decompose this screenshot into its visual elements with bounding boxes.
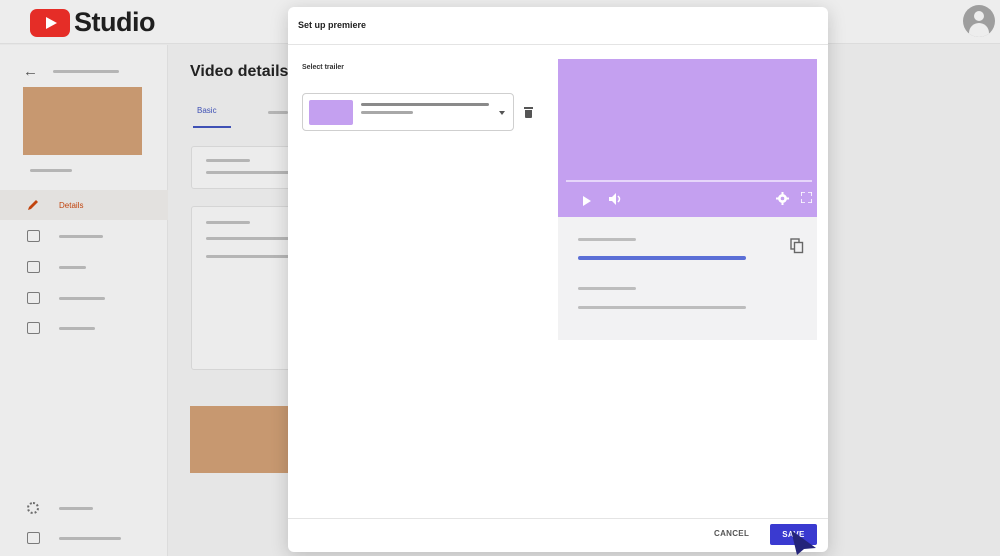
app-name: Studio [74,7,155,37]
account-avatar-icon[interactable] [963,5,995,37]
analytics-icon [27,230,40,242]
chevron-down-icon [499,111,505,115]
cancel-button[interactable]: CANCEL [714,529,749,538]
trailer-meta-placeholder [361,111,413,114]
filename-label-placeholder [578,287,636,290]
active-tab-indicator [193,126,231,128]
sidebar-item-placeholder [59,297,105,300]
sidebar-item-feedback[interactable] [0,523,168,553]
video-thumbnail[interactable] [23,87,142,155]
sidebar-item-editor[interactable] [0,252,168,282]
tab-basic[interactable]: Basic [197,106,217,115]
sidebar-item-subtitles[interactable] [0,313,168,343]
sidebar-item-comments[interactable] [0,283,168,313]
sidebar-item-placeholder [59,235,103,238]
background-thumbnail [190,406,290,473]
sidebar-item-label: Details [59,200,84,210]
field-value-placeholder [206,237,290,240]
studio-logo[interactable]: Studio [30,7,155,38]
dialog-footer: CANCEL SAVE [288,518,828,552]
field-label-placeholder [206,159,250,162]
sidebar-item-placeholder [59,266,86,269]
select-trailer-label: Select trailer [302,64,345,71]
trailer-title-placeholder [361,103,489,106]
feedback-icon [27,532,40,544]
sidebar: ← Details [0,45,168,556]
sidebar-item-settings[interactable] [0,493,168,523]
tab-placeholder[interactable] [268,111,288,114]
trash-icon[interactable] [524,107,533,118]
channel-name-placeholder [53,70,119,73]
comments-icon [27,292,40,304]
fullscreen-icon[interactable] [801,192,812,203]
video-info-panel [558,217,817,340]
mouse-cursor-icon [791,530,816,555]
progress-bar[interactable] [566,180,812,182]
back-arrow-icon[interactable]: ← [23,63,38,80]
video-link-label-placeholder [578,238,636,241]
dialog-header: Set up premiere [288,7,828,45]
settings-gear-icon[interactable] [776,192,789,205]
sidebar-item-placeholder [59,327,95,330]
trailer-thumbnail [309,100,353,125]
sidebar-item-analytics[interactable] [0,221,168,251]
play-icon[interactable] [583,196,591,206]
copy-icon[interactable] [790,238,804,254]
title-field-card[interactable] [191,146,291,189]
youtube-play-logo-icon [30,8,70,37]
field-value-placeholder [206,171,290,174]
video-link[interactable] [578,256,746,260]
premiere-dialog: Set up premiere Select trailer CANCEL [288,7,828,552]
page-title: Video details [190,63,289,80]
field-value-placeholder [206,255,290,258]
sidebar-item-placeholder [59,537,121,540]
sidebar-item-placeholder [59,507,93,510]
trailer-dropdown[interactable] [302,93,514,131]
pencil-icon [28,200,38,210]
editor-icon [27,261,40,273]
volume-icon[interactable] [608,192,622,206]
field-label-placeholder [206,221,250,224]
gear-icon [27,502,39,514]
sidebar-item-details[interactable]: Details [0,190,168,220]
description-field-card[interactable] [191,206,291,370]
subtitles-icon [27,322,40,334]
dialog-title: Set up premiere [298,20,367,30]
video-title-placeholder [30,169,72,172]
video-preview[interactable] [558,59,817,217]
filename-value-placeholder [578,306,746,309]
